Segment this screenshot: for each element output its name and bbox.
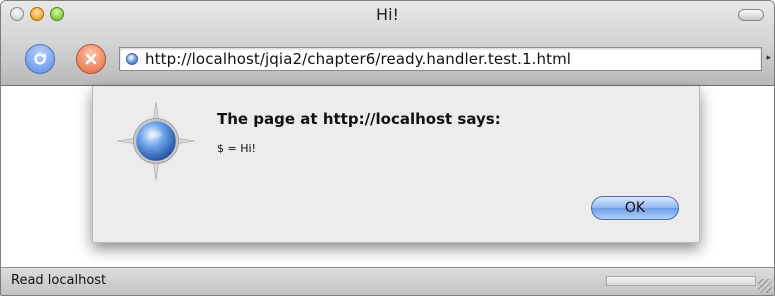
progress-bar [606, 276, 756, 286]
ok-button[interactable]: OK [591, 196, 679, 220]
reload-icon [34, 53, 46, 65]
status-bar: Read localhost [1, 267, 774, 295]
dialog-message: $ = Hi! [217, 142, 256, 155]
safari-compass-icon [117, 102, 195, 180]
resize-grip-icon[interactable] [758, 279, 772, 293]
stop-button[interactable] [76, 44, 106, 74]
address-text[interactable]: http://localhost/jqia2/chapter6/ready.ha… [145, 50, 571, 68]
alert-dialog: The page at http://localhost says: $ = H… [92, 86, 700, 243]
globe-icon [126, 53, 138, 65]
stop-icon [85, 53, 97, 65]
status-text: Read localhost [11, 273, 107, 288]
dialog-heading: The page at http://localhost says: [217, 110, 501, 128]
browser-window: Hi! http://localhost/jqia2/chapter6/read… [0, 0, 775, 296]
reload-button[interactable] [25, 44, 55, 74]
title-toolbar: Hi! http://localhost/jqia2/chapter6/read… [1, 1, 774, 86]
window-title: Hi! [376, 5, 399, 24]
overflow-arrow-icon[interactable]: ▸ [766, 53, 771, 63]
toolbar-toggle-button[interactable] [738, 9, 764, 21]
address-bar[interactable]: http://localhost/jqia2/chapter6/ready.ha… [119, 47, 762, 71]
